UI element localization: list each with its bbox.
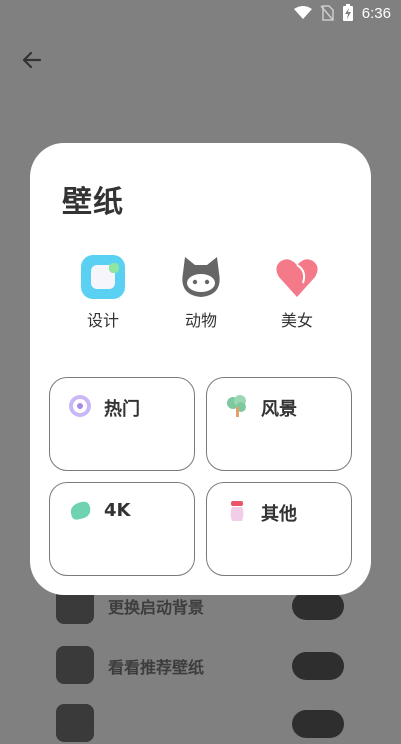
status-icons: 6:36 — [293, 4, 391, 22]
tile-label: 4K — [104, 500, 131, 521]
list-item-recommended-wallpaper[interactable]: 看看推荐壁纸 — [56, 642, 376, 686]
category-animals[interactable]: 动物 — [161, 253, 241, 331]
dialog-title: 壁纸 — [62, 185, 124, 220]
battery-charging-icon — [342, 4, 353, 21]
toggle — [292, 710, 344, 738]
tile-label: 热门 — [104, 399, 140, 420]
category-label: 动物 — [184, 311, 217, 330]
list-icon — [56, 704, 94, 742]
list-item-partial — [56, 700, 376, 744]
jar-icon — [230, 501, 244, 521]
tile-label: 风景 — [261, 399, 297, 420]
tile-other[interactable]: 其他 — [206, 482, 352, 576]
list-item-label: 看看推荐壁纸 — [108, 658, 205, 677]
wallpaper-dialog: 壁纸 设计 动物 美女 热门 风景 4K 其他 — [30, 143, 371, 595]
tile-label: 其他 — [261, 504, 297, 525]
wifi-icon — [293, 6, 312, 19]
cat-icon — [177, 253, 225, 301]
disc-icon — [69, 395, 91, 417]
tree-icon — [227, 395, 246, 417]
category-label: 设计 — [86, 311, 119, 330]
status-bar: 6:36 — [0, 0, 401, 28]
design-icon — [79, 253, 127, 301]
tile-popular[interactable]: 热门 — [49, 377, 195, 471]
tile-4k[interactable]: 4K — [49, 482, 195, 576]
no-sim-icon — [320, 5, 334, 21]
clock: 6:36 — [361, 4, 391, 22]
category-beauty[interactable]: 美女 — [257, 253, 337, 331]
heart-icon — [273, 253, 321, 301]
toggle[interactable] — [292, 652, 344, 680]
category-label: 美女 — [280, 311, 313, 330]
back-button[interactable] — [18, 46, 46, 74]
tile-scenery[interactable]: 风景 — [206, 377, 352, 471]
arrow-left-icon — [22, 51, 42, 69]
brush-icon — [56, 646, 94, 684]
category-design[interactable]: 设计 — [63, 253, 143, 331]
list-item-label: 更换启动背景 — [108, 598, 205, 617]
toggle[interactable] — [292, 592, 344, 620]
bean-icon — [70, 501, 91, 520]
